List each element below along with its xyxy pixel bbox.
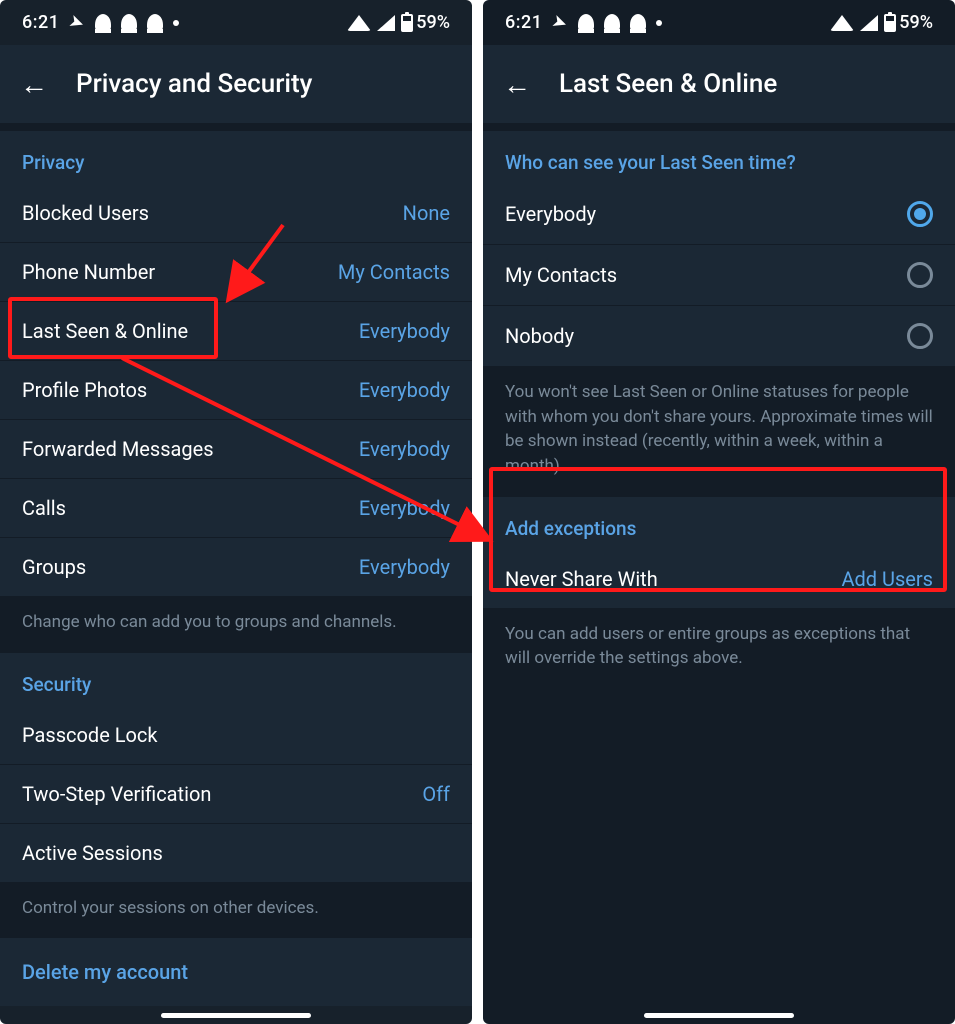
row-value: Everybody — [359, 555, 450, 579]
app-header: ← Privacy and Security — [0, 45, 472, 123]
battery-indicator: 59% — [884, 12, 933, 33]
row-label: Phone Number — [22, 260, 155, 284]
status-bar: 6:21 ➤ 59% — [0, 0, 472, 45]
back-arrow-icon[interactable]: ← — [20, 68, 48, 101]
page-title: Privacy and Security — [76, 69, 312, 99]
row-value: Add Users — [841, 567, 933, 591]
wifi-icon — [347, 15, 371, 31]
section-header-exceptions: Add exceptions — [483, 497, 955, 550]
row-value: Everybody — [359, 437, 450, 461]
section-header-privacy: Privacy — [0, 131, 472, 184]
row-label: Forwarded Messages — [22, 437, 214, 461]
row-label: Last Seen & Online — [22, 319, 188, 343]
row-label: Calls — [22, 496, 66, 520]
nav-gesture-bar[interactable] — [644, 1013, 794, 1018]
app-header: ← Last Seen & Online — [483, 45, 955, 123]
groups-note: Change who can add you to groups and cha… — [0, 596, 472, 653]
row-label: Never Share With — [505, 567, 658, 591]
row-label: Profile Photos — [22, 378, 147, 402]
row-passcode-lock[interactable]: Passcode Lock — [0, 706, 472, 765]
back-arrow-icon[interactable]: ← — [503, 68, 531, 101]
notification-dot-icon — [656, 20, 662, 26]
option-label: Nobody — [505, 324, 574, 348]
battery-icon — [401, 14, 413, 32]
page-title: Last Seen & Online — [559, 69, 777, 99]
row-last-seen[interactable]: Last Seen & Online Everybody — [0, 302, 472, 361]
notification-dot-icon — [173, 20, 179, 26]
row-forwarded-messages[interactable]: Forwarded Messages Everybody — [0, 420, 472, 479]
row-value: Off — [422, 782, 450, 806]
battery-percent: 59% — [416, 12, 450, 33]
row-label: Two-Step Verification — [22, 782, 211, 806]
option-label: My Contacts — [505, 263, 617, 287]
row-calls[interactable]: Calls Everybody — [0, 479, 472, 538]
nav-gesture-bar[interactable] — [161, 1013, 311, 1018]
who-note: You won't see Last Seen or Online status… — [483, 366, 955, 497]
snapchat-icon — [604, 14, 620, 32]
phone-last-seen: 6:21 ➤ 59% ← Last Seen & Online Who can — [483, 0, 955, 1024]
snapchat-icon — [95, 14, 111, 32]
radio-icon — [907, 262, 933, 288]
snapchat-icon — [147, 14, 163, 32]
cell-signal-icon — [377, 15, 395, 31]
radio-icon — [907, 323, 933, 349]
row-never-share[interactable]: Never Share With Add Users — [483, 550, 955, 608]
telegram-plane-icon: ➤ — [66, 10, 87, 35]
status-bar: 6:21 ➤ 59% — [483, 0, 955, 45]
battery-icon — [884, 14, 896, 32]
sessions-note: Control your sessions on other devices. — [0, 882, 472, 939]
row-label: Active Sessions — [22, 841, 163, 865]
option-label: Everybody — [505, 202, 596, 226]
row-value: None — [403, 201, 450, 225]
row-value: Everybody — [359, 496, 450, 520]
row-label: Passcode Lock — [22, 723, 158, 747]
row-profile-photos[interactable]: Profile Photos Everybody — [0, 361, 472, 420]
row-two-step[interactable]: Two-Step Verification Off — [0, 765, 472, 824]
battery-indicator: 59% — [401, 12, 450, 33]
row-active-sessions[interactable]: Active Sessions — [0, 824, 472, 882]
battery-percent: 59% — [899, 12, 933, 33]
phone-privacy-security: 6:21 ➤ 59% ← Privacy and Security Priva — [0, 0, 472, 1024]
row-value: Everybody — [359, 378, 450, 402]
snapchat-icon — [121, 14, 137, 32]
row-phone-number[interactable]: Phone Number My Contacts — [0, 243, 472, 302]
row-value: Everybody — [359, 319, 450, 343]
row-label: Groups — [22, 555, 86, 579]
telegram-plane-icon: ➤ — [549, 10, 570, 35]
snapchat-icon — [578, 14, 594, 32]
radio-my-contacts[interactable]: My Contacts — [483, 245, 955, 306]
section-header-who: Who can see your Last Seen time? — [483, 131, 955, 184]
status-time: 6:21 — [22, 12, 59, 33]
radio-nobody[interactable]: Nobody — [483, 306, 955, 366]
status-time: 6:21 — [505, 12, 542, 33]
row-blocked-users[interactable]: Blocked Users None — [0, 184, 472, 243]
exceptions-note: You can add users or entire groups as ex… — [483, 608, 955, 689]
row-groups[interactable]: Groups Everybody — [0, 538, 472, 596]
radio-icon — [907, 201, 933, 227]
radio-everybody[interactable]: Everybody — [483, 184, 955, 245]
cell-signal-icon — [860, 15, 878, 31]
row-label: Blocked Users — [22, 201, 149, 225]
section-header-security: Security — [0, 653, 472, 706]
delete-account-link[interactable]: Delete my account — [0, 938, 472, 1006]
row-value: My Contacts — [338, 260, 450, 284]
snapchat-icon — [630, 14, 646, 32]
wifi-icon — [830, 15, 854, 31]
